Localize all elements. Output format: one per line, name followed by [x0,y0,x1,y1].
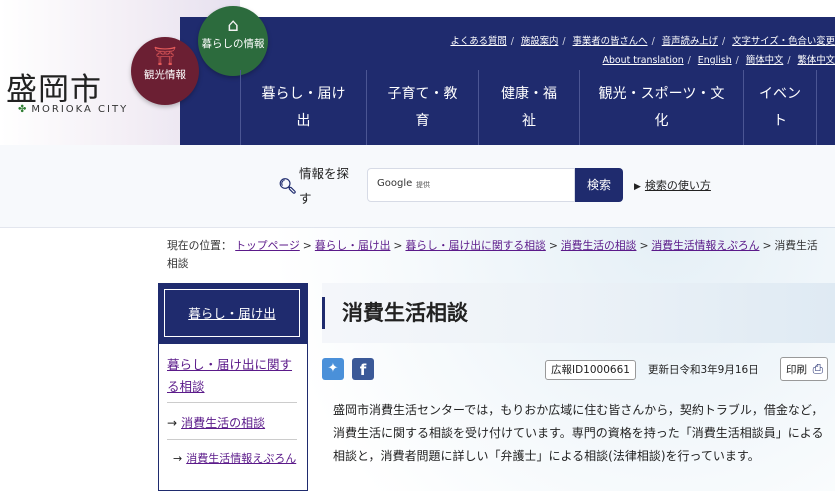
google-sub-label: 提供 [416,181,430,189]
sidenav-item-label: 消費生活の相談 [181,416,266,430]
sidenav-item-apron[interactable]: → 消費生活情報えぷろん [173,448,301,469]
kanko-info-label: 観光情報 [144,69,186,81]
facebook-icon[interactable]: f [352,358,374,380]
pr-id-badge: 広報ID1000661 [545,360,636,380]
logo-text-jp: 盛岡市 [6,72,102,108]
arrow-right-icon: → [173,452,183,465]
kanko-info-button[interactable]: ⛩ 観光情報 [131,37,199,105]
menu-event[interactable]: イベント [743,70,816,145]
separator: / [651,36,655,47]
sidenav-item-consultation[interactable]: 暮らし・届け出に関する相談 [167,354,297,398]
text-size-color-link[interactable]: 文字サイズ・色合い変更 [732,36,835,47]
faq-link[interactable]: よくある質問 [450,36,506,47]
title-accent-bar [322,297,325,329]
menu-kenko[interactable]: 健康・福祉 [478,70,579,145]
menu-more[interactable] [816,70,835,145]
menu-kanko[interactable]: 観光・スポーツ・文化 [579,70,743,145]
search-howto-link[interactable]: ▶ 検索の使い方 [634,177,711,193]
menu-label: 健康・福祉 [501,85,557,129]
breadcrumb-link[interactable]: 暮らし・届け出に関する相談 [405,239,545,252]
breadcrumb: 現在の位置： トップページ > 暮らし・届け出 > 暮らし・届け出に関する相談 > 消費生活… [167,237,827,273]
traditional-chinese-link[interactable]: 繁体中文 [797,55,835,66]
sidenav-heading[interactable]: 暮らし・届け出 [164,289,300,337]
breadcrumb-separator: > [639,239,649,252]
facilities-link[interactable]: 施設案内 [521,36,559,47]
chevron-right-icon: ▶ [634,182,641,192]
divider [167,439,297,440]
body-paragraph: 盛岡市消費生活センターでは，もりおか広域に住む皆さんから，契約トラブル，借金など… [333,403,824,463]
google-label: Google [377,178,413,189]
sidenav-item-label: 消費生活情報えぷろん [186,452,297,465]
torii-icon: ⛩ [153,46,177,67]
utility-links: よくある質問 / 施設案内 / 事業者の皆さんへ / 音声読み上げ / 文字サイズ・色合… [238,33,835,47]
separator: / [510,36,514,47]
language-links: About translation / English / 簡体中文 / 繁体中文 [560,52,835,66]
breadcrumb-separator: > [762,239,772,252]
simplified-chinese-link[interactable]: 簡体中文 [746,55,784,66]
twitter-icon[interactable]: ✦ [322,358,344,380]
breadcrumb-link[interactable]: 消費生活の相談 [561,239,637,252]
howto-label: 検索の使い方 [644,179,711,192]
breadcrumb-link[interactable]: 暮らし・届け出 [315,239,391,252]
sidenav-heading-box: 暮らし・届け出 [159,284,307,344]
search-icon: 🔍︎ [278,177,298,195]
breadcrumb-prefix: 現在の位置： [167,239,232,252]
separator: / [562,36,566,47]
search-input[interactable]: Google 提供 [367,168,575,202]
separator: / [787,55,791,66]
page-title: 消費生活相談 [342,301,468,325]
logo-text-en: ✤ MORIOKA CITY [18,104,128,115]
logo-en-label: MORIOKA CITY [31,104,129,115]
print-label: 印刷 [786,364,807,376]
business-link[interactable]: 事業者の皆さんへ [573,36,648,47]
read-aloud-link[interactable]: 音声読み上げ [662,36,718,47]
logo-mark-icon: ✤ [18,104,29,115]
breadcrumb-link[interactable]: 消費生活情報えぷろん [652,239,760,252]
wave-pattern [622,283,835,343]
menu-label: イベント [759,85,801,129]
menu-kosodate[interactable]: 子育て・教育 [366,70,478,145]
print-button[interactable]: 印刷 ⎙ [780,357,828,381]
menu-kurashi[interactable]: 暮らし・届け出 [240,70,366,145]
separator: / [687,55,691,66]
divider [167,402,297,403]
sidenav-item-consumer[interactable]: → 消費生活の相談 [167,412,297,434]
menu-label: 観光・スポーツ・文化 [598,85,725,129]
printer-icon: ⎙ [812,362,823,377]
arrow-right-icon: → [167,416,178,430]
search-label: 情報を探す [299,166,350,206]
search-button[interactable]: 検索 [575,168,623,202]
separator: / [721,36,726,47]
english-link[interactable]: English [698,55,732,66]
side-navigation: 暮らし・届け出 暮らし・届け出に関する相談 → 消費生活の相談 → 消費生活情報えぷ… [158,283,308,491]
breadcrumb-separator: > [548,239,558,252]
breadcrumb-separator: > [302,239,312,252]
updated-date: 更新日令和3年9月16日 [648,364,759,376]
menu-label: 子育て・教育 [387,85,458,129]
menu-label: 暮らし・届け出 [261,85,346,129]
about-translation-link[interactable]: About translation [603,55,684,66]
separator: / [735,55,739,66]
breadcrumb-link[interactable]: トップページ [235,239,300,252]
breadcrumb-separator: > [393,239,403,252]
